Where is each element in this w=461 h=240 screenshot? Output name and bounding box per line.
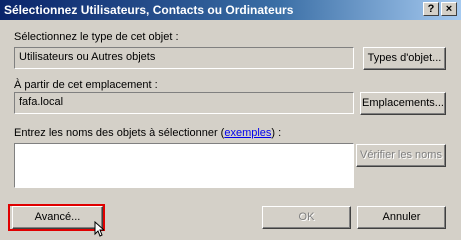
location-field: fafa.local [14,92,354,114]
title-bar: Sélectionnez Utilisateurs, Contacts ou O… [0,0,461,20]
ok-button[interactable]: OK [262,206,351,229]
names-label: Entrez les noms des objets à sélectionne… [14,127,281,139]
check-names-button[interactable]: Vérifier les noms [356,144,446,167]
cancel-button[interactable]: Annuler [357,206,446,229]
location-label: À partir de cet emplacement : [14,79,158,91]
object-type-label: Sélectionnez le type de cet objet : [14,31,179,43]
object-names-input[interactable] [14,143,354,188]
advanced-highlight-box [8,204,105,231]
close-button[interactable]: × [441,2,457,16]
object-types-button[interactable]: Types d'objet... [363,47,446,70]
help-button[interactable]: ? [423,2,439,16]
examples-link[interactable]: exemples [224,127,271,139]
locations-button[interactable]: Emplacements... [360,92,446,115]
select-users-dialog: Sélectionnez Utilisateurs, Contacts ou O… [0,0,461,240]
window-title: Sélectionnez Utilisateurs, Contacts ou O… [4,3,294,17]
mouse-pointer-icon [94,221,104,237]
names-label-prefix: Entrez les noms des objets à sélectionne… [14,127,225,139]
names-label-suffix: ) : [271,127,282,139]
object-type-field: Utilisateurs ou Autres objets [14,47,354,69]
